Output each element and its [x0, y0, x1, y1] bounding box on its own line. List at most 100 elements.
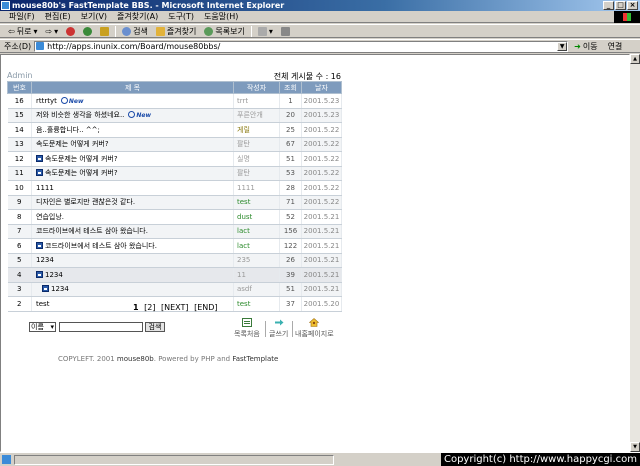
post-author[interactable]: lact	[233, 224, 280, 239]
post-author[interactable]: trrt	[233, 93, 280, 109]
print-button[interactable]	[277, 25, 294, 37]
post-author[interactable]: dust	[233, 209, 280, 225]
forward-arrow-icon: ⇨	[45, 26, 53, 36]
search-input[interactable]	[59, 322, 143, 332]
post-subject-link[interactable]: 속도문제는 어떻게 커버?	[45, 169, 118, 177]
page-viewport: Admin 전체 게시물 수 : 16 번호 제 목 작성자 조회 날자 16 r…	[0, 54, 630, 452]
go-button[interactable]: ➜ 이동	[574, 41, 597, 52]
menu-help[interactable]: 도움말(H)	[199, 11, 243, 23]
home-button[interactable]	[96, 25, 113, 37]
menu-view[interactable]: 보기(V)	[76, 11, 112, 23]
scroll-down-icon[interactable]: ▼	[630, 442, 640, 452]
my-homepage-button[interactable]: 내홈페이지로	[295, 318, 334, 339]
history-button[interactable]: 목록보기	[200, 25, 248, 37]
forward-button[interactable]: ⇨ ▾	[41, 25, 62, 37]
search-field-select[interactable]: 이름	[29, 322, 56, 332]
post-subject-link[interactable]: 디자인은 별로지만 괜찮은것 같다.	[36, 198, 135, 206]
post-author[interactable]: 게릴	[233, 122, 280, 138]
post-subject-link[interactable]: 1234	[45, 271, 63, 279]
post-author[interactable]: test	[233, 296, 280, 312]
menu-favorites[interactable]: 즐겨찾기(A)	[112, 11, 163, 23]
maximize-button[interactable]: □	[615, 1, 626, 10]
post-hits: 53	[279, 166, 302, 181]
column-number: 번호	[7, 81, 32, 94]
post-subject[interactable]: 속도문제는 어떻게 커버?	[31, 166, 234, 181]
post-date: 2001.5.22	[301, 137, 342, 152]
refresh-button[interactable]	[79, 25, 96, 37]
post-number: 2	[7, 296, 32, 312]
menu-file[interactable]: 파일(F)	[4, 11, 40, 23]
admin-link[interactable]: Admin	[7, 71, 33, 80]
post-author[interactable]: asdf	[233, 282, 280, 297]
address-input[interactable]: http://apps.inunix.com/Board/mouse80bbs/…	[34, 40, 569, 52]
post-subject[interactable]: 디자인은 별로지만 괜찮은것 같다.	[31, 195, 234, 210]
vertical-scrollbar[interactable]: ▲ ▼	[630, 54, 640, 452]
pagination: 1 [2] [NEXT] [END]	[133, 303, 221, 312]
post-subject[interactable]: 1234	[31, 282, 234, 297]
post-author[interactable]: 팔탄	[233, 166, 280, 181]
post-subject[interactable]: 1111	[31, 180, 234, 196]
homepage-house-icon	[309, 318, 320, 327]
post-hits: 39	[279, 267, 302, 283]
post-subject[interactable]: 속도문제는 어떻게 커버?	[31, 151, 234, 167]
list-first-button[interactable]: 목록처음	[234, 318, 260, 339]
post-subject[interactable]: 속도문제는 어떻게 커버?	[31, 137, 234, 152]
back-button[interactable]: ⇦ 뒤로 ▾	[4, 25, 41, 37]
post-subject-link[interactable]: 1111	[36, 184, 54, 192]
post-date: 2001.5.21	[301, 282, 342, 297]
search-submit-button[interactable]: 검색	[145, 322, 165, 332]
post-subject[interactable]: 연습입낭.	[31, 209, 234, 225]
post-subject-link[interactable]: rttrtyt	[36, 97, 57, 105]
minimize-button[interactable]: _	[603, 1, 614, 10]
post-subject-link[interactable]: 음..훌륭합니다.. ^^;	[36, 126, 100, 134]
post-subject-link[interactable]: 연습입낭.	[36, 213, 64, 221]
post-subject-link[interactable]: 코드라이브에서 테스트 삼아 왔습니다.	[36, 227, 148, 235]
page-end-link[interactable]: [END]	[194, 303, 217, 312]
post-subject-link[interactable]: test	[36, 300, 49, 308]
stop-button[interactable]	[62, 25, 79, 37]
post-author[interactable]: test	[233, 195, 280, 210]
post-subject[interactable]: rttrtyt New	[31, 93, 234, 109]
post-date: 2001.5.23	[301, 93, 342, 109]
post-subject-link[interactable]: 1234	[51, 285, 69, 293]
post-subject[interactable]: 코드라이브에서 테스트 삼아 왔습니다.	[31, 224, 234, 239]
page-2-link[interactable]: [2]	[144, 303, 155, 312]
page-status-icon	[2, 455, 11, 464]
menu-tools[interactable]: 도구(T)	[163, 11, 199, 23]
post-number: 13	[7, 137, 32, 152]
close-button[interactable]: ×	[627, 1, 638, 10]
window-controls: _ □ ×	[603, 1, 638, 10]
post-author[interactable]: 실명	[233, 151, 280, 167]
post-author[interactable]: 푸른안개	[233, 108, 280, 123]
post-subject-link[interactable]: 저와 비슷한 생각을 하셨네요..	[36, 111, 124, 119]
stop-icon	[66, 26, 76, 36]
mail-button[interactable]: ▾	[254, 25, 277, 37]
post-subject-link[interactable]: 코드라이브에서 테스트 삼아 왔습니다.	[45, 242, 157, 250]
post-author[interactable]: 11	[233, 267, 280, 283]
post-author[interactable]: 팔탄	[233, 137, 280, 152]
post-subject[interactable]: 1234	[31, 253, 234, 268]
post-author[interactable]: lact	[233, 238, 280, 254]
scroll-up-icon[interactable]: ▲	[630, 54, 640, 64]
post-subject-link[interactable]: 속도문제는 어떻게 커버?	[45, 155, 118, 163]
post-subject[interactable]: 저와 비슷한 생각을 하셨네요.. New	[31, 108, 234, 123]
post-author[interactable]: 1111	[233, 180, 280, 196]
post-date: 2001.5.21	[301, 253, 342, 268]
address-dropdown-button[interactable]: ▼	[557, 41, 568, 51]
browser-toolbar: ⇦ 뒤로 ▾ ⇨ ▾ 검색 즐겨찾기 목록보기 ▾	[0, 24, 640, 38]
post-subject[interactable]: 1234	[31, 267, 234, 283]
post-subject-link[interactable]: 속도문제는 어떻게 커버?	[36, 140, 109, 148]
write-button[interactable]: 글쓰기	[269, 318, 288, 339]
menu-edit[interactable]: 편집(E)	[40, 11, 76, 23]
favorites-button[interactable]: 즐겨찾기	[152, 25, 200, 37]
post-subject[interactable]: 음..훌륭합니다.. ^^;	[31, 122, 234, 138]
page-next-link[interactable]: [NEXT]	[161, 303, 189, 312]
links-button[interactable]: 연결	[608, 41, 623, 52]
post-subject[interactable]: 코드라이브에서 테스트 삼아 왔습니다.	[31, 238, 234, 254]
post-date: 2001.5.21	[301, 267, 342, 283]
search-button[interactable]: 검색	[118, 25, 152, 37]
dropdown-arrow-icon: ▾	[33, 26, 38, 36]
post-subject-link[interactable]: 1234	[36, 256, 54, 264]
new-badge-icon: New	[61, 97, 84, 105]
post-author[interactable]: 235	[233, 253, 280, 268]
